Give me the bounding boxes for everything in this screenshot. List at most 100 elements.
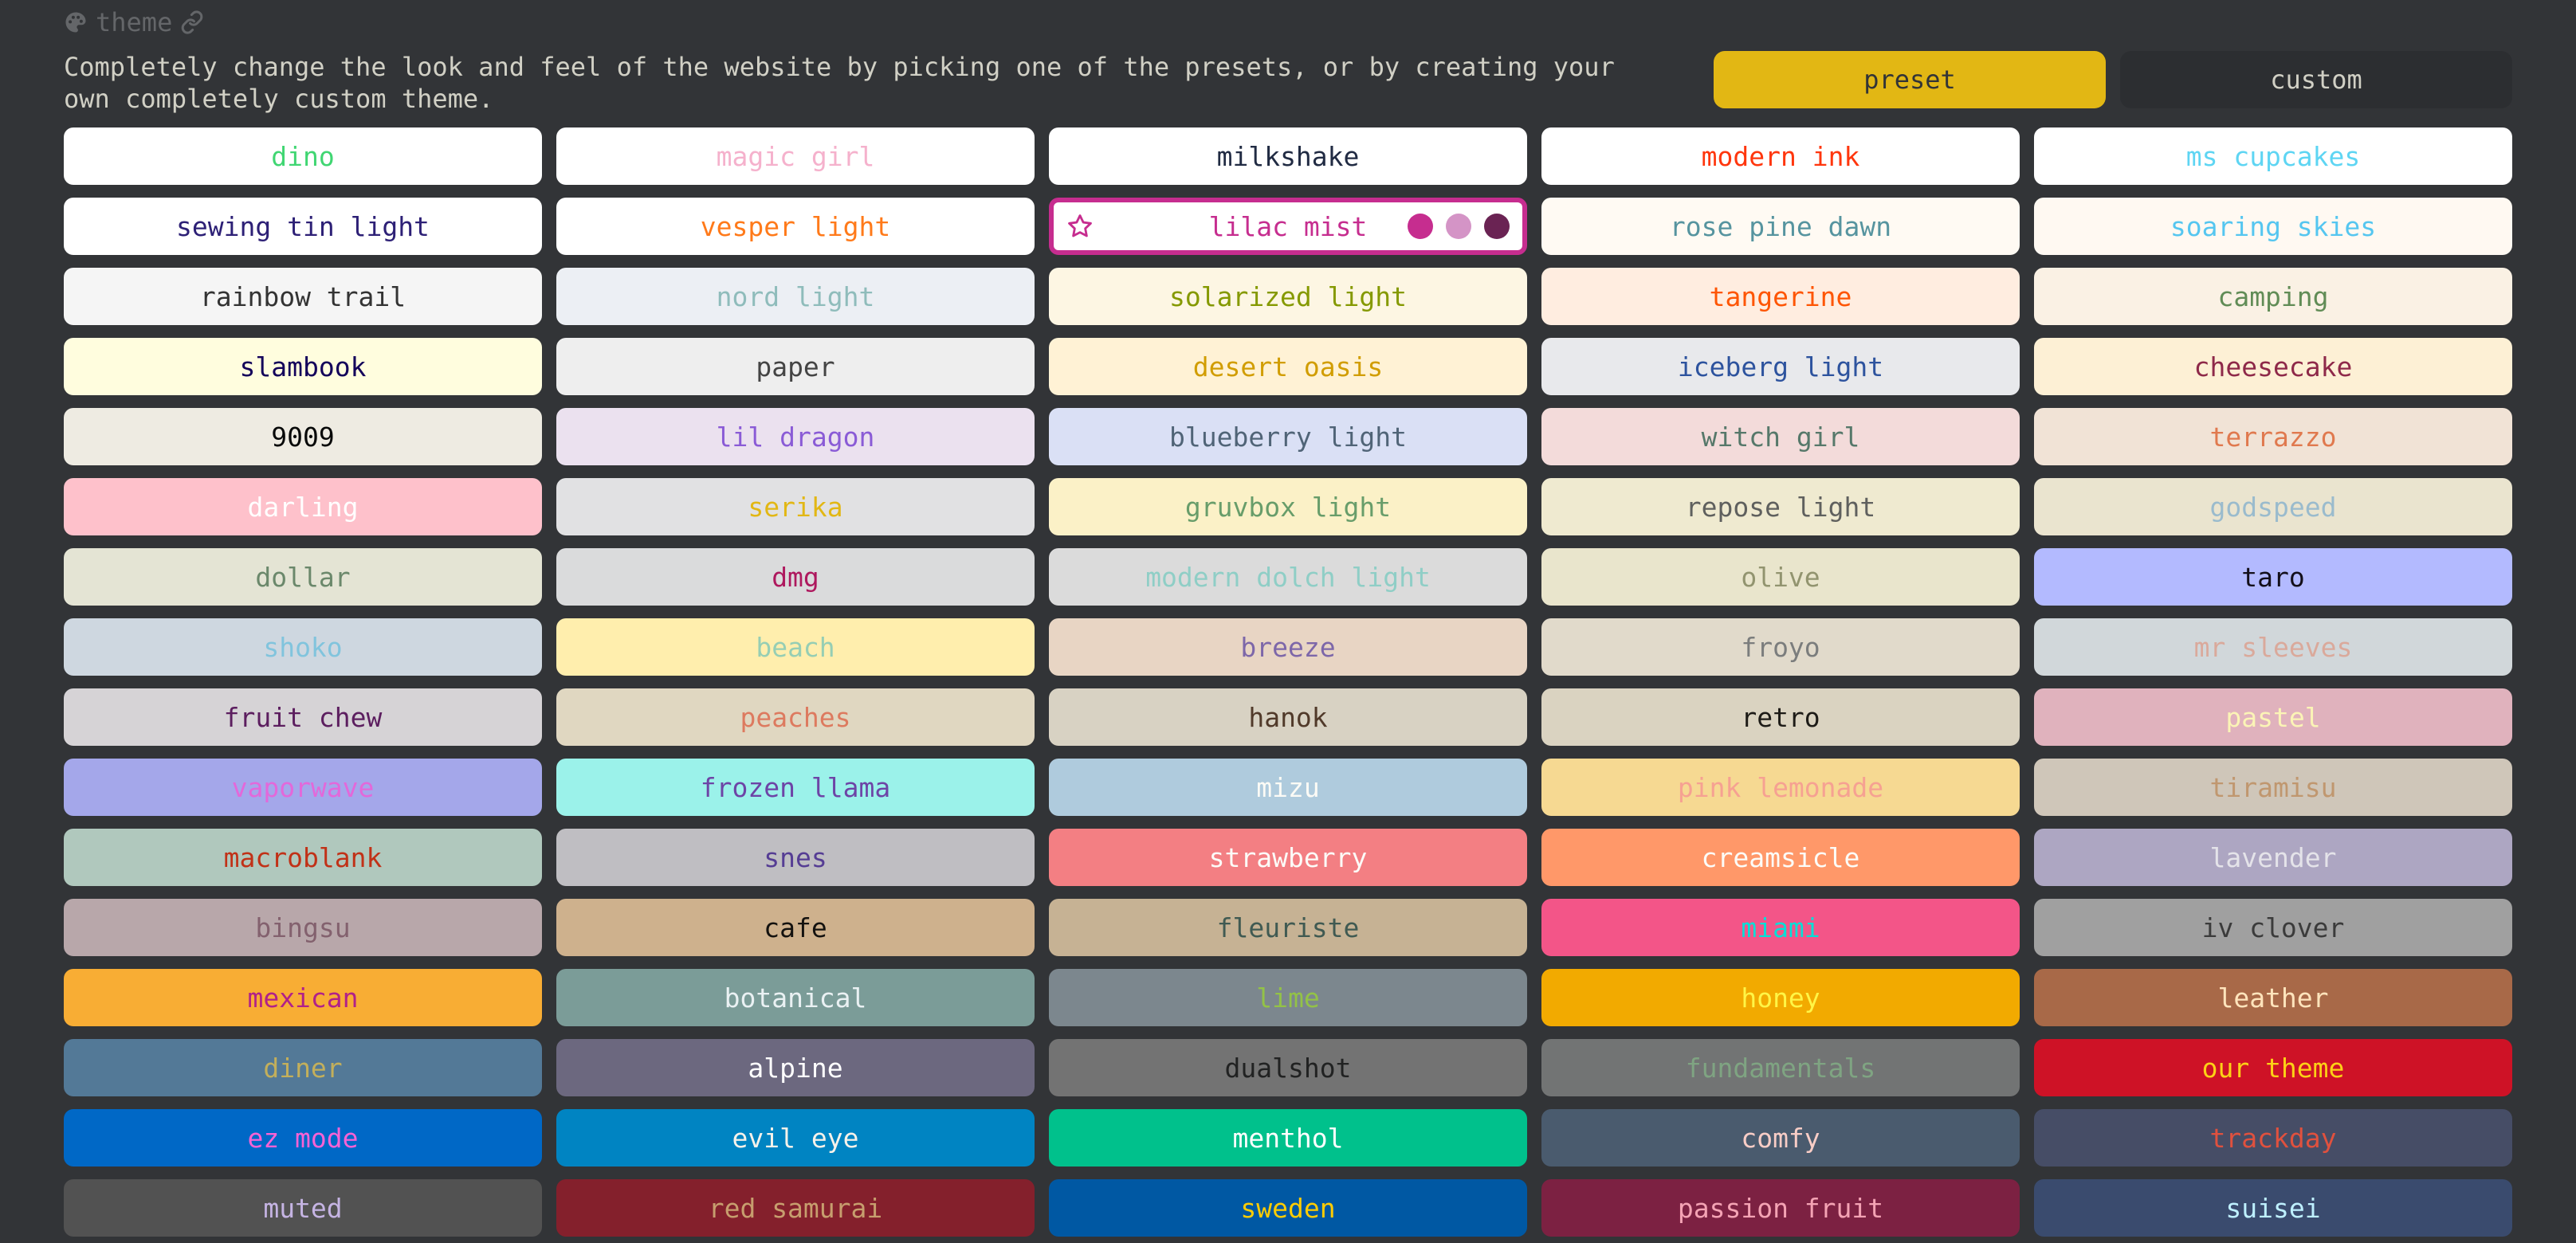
theme-name: bingsu xyxy=(255,912,351,943)
theme-button[interactable]: retro xyxy=(1541,688,2020,746)
theme-button[interactable]: frozen llama xyxy=(556,759,1035,816)
theme-button[interactable]: snes xyxy=(556,829,1035,886)
theme-button[interactable]: passion fruit xyxy=(1541,1179,2020,1237)
theme-button[interactable]: dualshot xyxy=(1049,1039,1527,1096)
section-title: theme xyxy=(96,7,173,37)
theme-button[interactable]: lil dragon xyxy=(556,408,1035,465)
theme-button[interactable]: pink lemonade xyxy=(1541,759,2020,816)
theme-button[interactable]: hanok xyxy=(1049,688,1527,746)
theme-button[interactable]: macroblank xyxy=(64,829,542,886)
theme-button[interactable]: mexican xyxy=(64,969,542,1026)
theme-button[interactable]: cheesecake xyxy=(2034,338,2512,395)
theme-button[interactable]: mr sleeves xyxy=(2034,618,2512,676)
theme-button[interactable]: pastel xyxy=(2034,688,2512,746)
theme-button[interactable]: ms cupcakes xyxy=(2034,127,2512,185)
theme-button[interactable]: 9009 xyxy=(64,408,542,465)
tab-preset[interactable]: preset xyxy=(1714,51,2106,108)
theme-button[interactable]: dino xyxy=(64,127,542,185)
theme-button[interactable]: lavender xyxy=(2034,829,2512,886)
theme-name: strawberry xyxy=(1208,841,1368,873)
theme-name: camping xyxy=(2217,280,2329,312)
theme-button[interactable]: our theme xyxy=(2034,1039,2512,1096)
theme-name: pink lemonade xyxy=(1677,771,1884,803)
star-icon[interactable] xyxy=(1066,213,1094,240)
theme-button[interactable]: strawberry xyxy=(1049,829,1527,886)
theme-name: olive xyxy=(1741,561,1820,593)
theme-button[interactable]: dmg xyxy=(556,548,1035,606)
theme-button[interactable]: peaches xyxy=(556,688,1035,746)
theme-button[interactable]: mizu xyxy=(1049,759,1527,816)
theme-button[interactable]: rainbow trail xyxy=(64,268,542,325)
theme-button[interactable]: dollar xyxy=(64,548,542,606)
theme-button[interactable]: botanical xyxy=(556,969,1035,1026)
theme-button[interactable]: diner xyxy=(64,1039,542,1096)
tab-custom[interactable]: custom xyxy=(2120,51,2512,108)
theme-button[interactable]: muted xyxy=(64,1179,542,1237)
theme-button[interactable]: leather xyxy=(2034,969,2512,1026)
theme-button[interactable]: fundamentals xyxy=(1541,1039,2020,1096)
theme-name: gruvbox light xyxy=(1184,491,1392,523)
theme-button[interactable]: soaring skies xyxy=(2034,198,2512,255)
theme-button[interactable]: terrazzo xyxy=(2034,408,2512,465)
theme-button[interactable]: bingsu xyxy=(64,899,542,956)
theme-button[interactable]: alpine xyxy=(556,1039,1035,1096)
theme-button[interactable]: miami xyxy=(1541,899,2020,956)
theme-button[interactable]: tiramisu xyxy=(2034,759,2512,816)
theme-button[interactable]: vesper light xyxy=(556,198,1035,255)
theme-button[interactable]: suisei xyxy=(2034,1179,2512,1237)
theme-button[interactable]: darling xyxy=(64,478,542,535)
theme-button[interactable]: godspeed xyxy=(2034,478,2512,535)
theme-name: paper xyxy=(756,351,835,382)
theme-button[interactable]: froyo xyxy=(1541,618,2020,676)
theme-name: repose light xyxy=(1685,491,1876,523)
theme-button[interactable]: solarized light xyxy=(1049,268,1527,325)
theme-button[interactable]: lilac mist xyxy=(1049,198,1527,255)
theme-button[interactable]: rose pine dawn xyxy=(1541,198,2020,255)
theme-button[interactable]: honey xyxy=(1541,969,2020,1026)
theme-button[interactable]: iceberg light xyxy=(1541,338,2020,395)
theme-name: modern dolch light xyxy=(1145,561,1431,593)
theme-button[interactable]: comfy xyxy=(1541,1109,2020,1167)
theme-button[interactable]: fleuriste xyxy=(1049,899,1527,956)
theme-button[interactable]: modern dolch light xyxy=(1049,548,1527,606)
theme-color-dots xyxy=(1408,214,1510,239)
theme-button[interactable]: menthol xyxy=(1049,1109,1527,1167)
theme-button[interactable]: nord light xyxy=(556,268,1035,325)
theme-name: modern ink xyxy=(1701,140,1860,172)
theme-button[interactable]: repose light xyxy=(1541,478,2020,535)
theme-name: sewing tin light xyxy=(176,210,430,242)
theme-button[interactable]: iv clover xyxy=(2034,899,2512,956)
theme-button[interactable]: serika xyxy=(556,478,1035,535)
theme-button[interactable]: paper xyxy=(556,338,1035,395)
theme-button[interactable]: gruvbox light xyxy=(1049,478,1527,535)
theme-button[interactable]: evil eye xyxy=(556,1109,1035,1167)
theme-button[interactable]: blueberry light xyxy=(1049,408,1527,465)
theme-button[interactable]: shoko xyxy=(64,618,542,676)
theme-button[interactable]: cafe xyxy=(556,899,1035,956)
theme-button[interactable]: fruit chew xyxy=(64,688,542,746)
theme-button[interactable]: sweden xyxy=(1049,1179,1527,1237)
theme-button[interactable]: taro xyxy=(2034,548,2512,606)
theme-button[interactable]: creamsicle xyxy=(1541,829,2020,886)
theme-button[interactable]: tangerine xyxy=(1541,268,2020,325)
theme-button[interactable]: trackday xyxy=(2034,1109,2512,1167)
theme-button[interactable]: lime xyxy=(1049,969,1527,1026)
theme-button[interactable]: sewing tin light xyxy=(64,198,542,255)
theme-button[interactable]: red samurai xyxy=(556,1179,1035,1237)
theme-name: solarized light xyxy=(1168,280,1407,312)
theme-button[interactable]: modern ink xyxy=(1541,127,2020,185)
theme-button[interactable]: ez mode xyxy=(64,1109,542,1167)
theme-button[interactable]: olive xyxy=(1541,548,2020,606)
theme-button[interactable]: breeze xyxy=(1049,618,1527,676)
theme-button[interactable]: magic girl xyxy=(556,127,1035,185)
theme-button[interactable]: witch girl xyxy=(1541,408,2020,465)
link-icon[interactable] xyxy=(180,10,204,34)
theme-button[interactable]: camping xyxy=(2034,268,2512,325)
theme-button[interactable]: beach xyxy=(556,618,1035,676)
theme-button[interactable]: slambook xyxy=(64,338,542,395)
theme-name: 9009 xyxy=(271,421,335,453)
theme-button[interactable]: desert oasis xyxy=(1049,338,1527,395)
theme-button[interactable]: milkshake xyxy=(1049,127,1527,185)
theme-button[interactable]: vaporwave xyxy=(64,759,542,816)
theme-name: breeze xyxy=(1240,631,1336,663)
